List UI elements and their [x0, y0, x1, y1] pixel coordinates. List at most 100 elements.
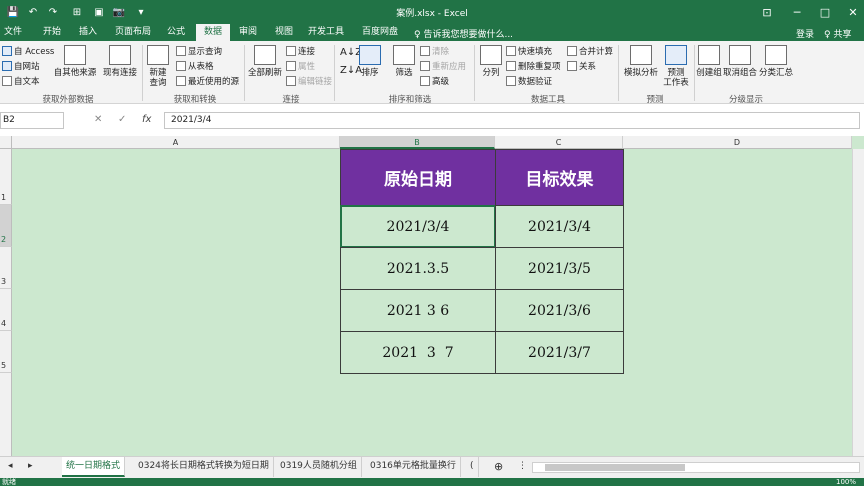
- from-table-button[interactable]: 从表格: [176, 60, 214, 72]
- worksheet-grid[interactable]: A B C D 1 2 3 4 5 原始日期 目标效果 2021/3/4 202…: [0, 136, 864, 456]
- cell-b4[interactable]: 2021 3 6: [340, 289, 496, 332]
- row-header-3[interactable]: 3: [0, 247, 12, 289]
- group-button[interactable]: 创建组: [696, 45, 722, 78]
- tab-view[interactable]: 视图: [272, 24, 296, 41]
- ungroup-icon: [729, 45, 751, 65]
- cell-c3[interactable]: 2021/3/5: [495, 247, 624, 290]
- row-number: 2: [1, 235, 7, 244]
- recent-sources-label: 最近使用的源: [188, 77, 240, 87]
- name-box[interactable]: B2: [0, 112, 64, 129]
- select-all-corner[interactable]: [0, 136, 12, 149]
- existing-connections-icon: [109, 45, 131, 65]
- tab-formulas[interactable]: 公式: [164, 24, 188, 41]
- cell-b3[interactable]: 2021.3.5: [340, 247, 496, 290]
- close-icon[interactable]: ✕: [840, 3, 864, 21]
- scroll-thumb[interactable]: [545, 464, 685, 471]
- cell-c2[interactable]: 2021/3/4: [495, 205, 624, 248]
- sheet-tab-unify-date[interactable]: 统一日期格式: [62, 457, 126, 477]
- flash-fill-label: 快速填充: [518, 47, 553, 57]
- tab-insert[interactable]: 插入: [76, 24, 100, 41]
- tab-review[interactable]: 审阅: [236, 24, 260, 41]
- row-header-5[interactable]: 5: [0, 331, 12, 373]
- sheet-tab-0316[interactable]: 0316单元格批量换行: [366, 457, 461, 477]
- tab-data[interactable]: 数据: [196, 24, 230, 41]
- reapply-button[interactable]: 重新应用: [420, 60, 466, 72]
- column-header-d[interactable]: D: [623, 136, 852, 149]
- row-header-4[interactable]: 4: [0, 289, 12, 331]
- row-header-1[interactable]: 1: [0, 149, 12, 205]
- tab-home[interactable]: 开始: [40, 24, 64, 41]
- connections-button[interactable]: 连接: [286, 45, 315, 57]
- document-title: 案例.xlsx - Excel: [396, 9, 468, 19]
- zoom-level[interactable]: 100%: [836, 478, 856, 486]
- sheet-tab-more[interactable]: (: [466, 457, 479, 477]
- sheet-options-icon[interactable]: ⋮: [514, 457, 531, 477]
- from-web-button[interactable]: 自网站: [2, 60, 40, 72]
- subtotal-button[interactable]: 分类汇总: [758, 45, 794, 78]
- refresh-all-label: 全部刷新: [247, 68, 282, 78]
- minimize-icon[interactable]: ─: [784, 3, 810, 21]
- relationships-icon: [567, 61, 577, 71]
- consolidate-button[interactable]: 合并计算: [567, 45, 613, 57]
- sheet-tab-0319[interactable]: 0319人员随机分组: [276, 457, 362, 477]
- scroll-left-icon[interactable]: ◂: [4, 457, 17, 477]
- clear-filter-button[interactable]: 清除: [420, 45, 449, 57]
- advanced-filter-button[interactable]: 高级: [420, 75, 449, 87]
- header-cell-target-effect[interactable]: 目标效果: [495, 149, 624, 206]
- row-number: 4: [1, 319, 7, 328]
- scroll-right-icon[interactable]: ▸: [24, 457, 37, 477]
- relationships-button[interactable]: 关系: [567, 60, 596, 72]
- cell-c5[interactable]: 2021/3/7: [495, 331, 624, 374]
- new-query-button[interactable]: 新建 查询: [144, 45, 172, 88]
- properties-icon: [286, 61, 296, 71]
- flash-fill-button[interactable]: 快速填充: [506, 45, 552, 57]
- ungroup-button[interactable]: 取消组合: [722, 45, 758, 78]
- edit-links-button[interactable]: 编辑链接: [286, 75, 332, 87]
- insert-function-icon[interactable]: fx: [142, 114, 151, 125]
- show-queries-label: 显示查询: [188, 47, 223, 57]
- from-text-button[interactable]: 自文本: [2, 75, 40, 87]
- horizontal-scrollbar[interactable]: [532, 462, 860, 473]
- recent-sources-button[interactable]: 最近使用的源: [176, 75, 239, 87]
- from-table-label: 从表格: [188, 62, 214, 72]
- sheet-tab-0324[interactable]: 0324将长日期格式转换为短日期: [134, 457, 274, 477]
- text-to-columns-button[interactable]: 分列: [478, 45, 504, 78]
- properties-button[interactable]: 属性: [286, 60, 315, 72]
- tab-page-layout[interactable]: 页面布局: [113, 24, 153, 41]
- enter-icon[interactable]: ✓: [118, 114, 126, 125]
- filter-button[interactable]: 筛选: [392, 45, 416, 78]
- from-access-button[interactable]: 自 Access: [2, 45, 54, 57]
- from-web-label: 自网站: [14, 62, 40, 72]
- refresh-all-button[interactable]: 全部刷新: [246, 45, 284, 78]
- column-header-a[interactable]: A: [12, 136, 340, 149]
- existing-connections-button[interactable]: 现有连接: [100, 45, 140, 78]
- tab-file[interactable]: 文件: [2, 24, 24, 41]
- formula-input[interactable]: 2021/3/4: [164, 112, 860, 129]
- cell-b5[interactable]: 2021 3 7: [340, 331, 496, 374]
- add-sheet-icon[interactable]: ⊕: [490, 457, 507, 477]
- tab-developer[interactable]: 开发工具: [306, 24, 346, 41]
- row-header-2[interactable]: 2: [0, 205, 12, 247]
- data-validation-button[interactable]: 数据验证: [506, 75, 552, 87]
- other-sources-button[interactable]: 自其他来源: [52, 45, 98, 78]
- cancel-icon[interactable]: ✕: [94, 114, 102, 125]
- tell-me-search[interactable]: ♀ 告诉我您想要做什么...: [414, 27, 513, 40]
- sort-button[interactable]: 排序: [358, 45, 382, 78]
- share-button[interactable]: ♀ 共享: [824, 27, 851, 40]
- connections-icon: [286, 46, 296, 56]
- cell-c4[interactable]: 2021/3/6: [495, 289, 624, 332]
- cell-b2[interactable]: 2021/3/4: [340, 205, 496, 248]
- forecast-sheet-button[interactable]: 预测 工作表: [660, 45, 692, 88]
- refresh-icon: [254, 45, 276, 65]
- tab-baidu-netdisk[interactable]: 百度网盘: [360, 24, 400, 41]
- vertical-scrollbar[interactable]: [852, 149, 864, 456]
- header-cell-original-date[interactable]: 原始日期: [340, 149, 496, 206]
- restore-icon[interactable]: □: [812, 3, 838, 21]
- column-header-c[interactable]: C: [495, 136, 623, 149]
- column-header-b[interactable]: B: [340, 136, 495, 149]
- show-queries-button[interactable]: 显示查询: [176, 45, 222, 57]
- remove-duplicates-button[interactable]: 删除重复项: [506, 60, 561, 72]
- ribbon-display-icon[interactable]: ⊡: [754, 3, 780, 21]
- sign-in-link[interactable]: 登录: [796, 27, 814, 40]
- what-if-analysis-button[interactable]: 模拟分析: [622, 45, 660, 78]
